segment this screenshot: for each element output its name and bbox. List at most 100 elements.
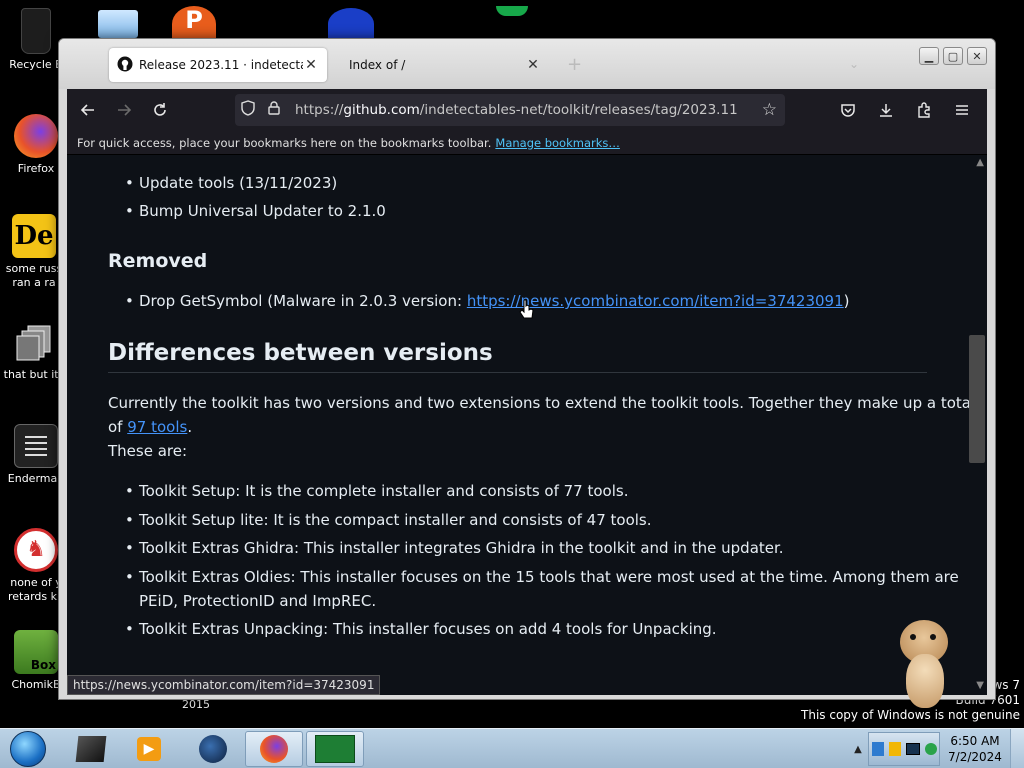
taskbar: ▶ ▲ 6:50 AM 7/2/2024 (0, 728, 1024, 768)
globe-icon (199, 735, 227, 763)
heading-divider (108, 372, 927, 373)
tab-release[interactable]: Release 2023.11 · indetectables-net/tool… (109, 48, 327, 82)
desktop-icon-folder[interactable] (98, 10, 138, 38)
address-bar[interactable]: https://github.com/indetectables-net/too… (235, 94, 785, 126)
media-player-icon: ▶ (137, 737, 161, 761)
list-item-text: Bump Universal Updater to 2.1.0 (139, 202, 386, 220)
lock-icon[interactable] (261, 101, 287, 119)
desktop-icon-p-app[interactable]: P (172, 6, 216, 42)
bullet: • (125, 174, 134, 192)
reload-button[interactable] (145, 95, 175, 125)
tab-index-of[interactable]: Index of / ✕ (335, 48, 549, 82)
list-item: • Update tools (13/11/2023) (125, 174, 337, 192)
list-item-text: Toolkit Setup: It is the complete instal… (139, 482, 629, 500)
shield-icon[interactable] (235, 100, 261, 120)
close-tab-icon[interactable]: ✕ (303, 57, 319, 73)
bullet: • (125, 539, 134, 557)
scrollbar-thumb[interactable] (969, 335, 985, 463)
close-tab-icon[interactable]: ✕ (525, 57, 541, 73)
maximize-button[interactable]: ▢ (943, 47, 963, 65)
list-item-text: Toolkit Extras Unpacking: This installer… (139, 620, 717, 638)
volume-icon[interactable] (924, 743, 937, 755)
list-item: • Toolkit Extras Oldies: This installer f… (125, 568, 959, 586)
list-item: • Toolkit Setup lite: It is the compact i… (125, 511, 652, 529)
tools-link[interactable]: 97 tools (127, 418, 187, 436)
clock[interactable]: 6:50 AM 7/2/2024 (940, 733, 1010, 765)
desktop-icon-that-but-its[interactable]: that but its (2, 320, 66, 382)
desktop-icon-label: ran a ra (12, 276, 56, 289)
list-all-tabs-icon[interactable]: ⌄ (849, 57, 859, 71)
taskbar-app-media-player[interactable]: ▶ (120, 731, 178, 767)
tab-title: Release 2023.11 · indetectables-net/tool… (139, 58, 303, 72)
paragraph-line: Currently the toolkit has two versions a… (108, 394, 976, 412)
taskbar-app-green[interactable] (306, 731, 364, 767)
desktop-icon-some-russian[interactable]: De some russ ran a ra (2, 214, 66, 290)
list-item-continuation: PEiD, ProtectionID and ImpREC. (139, 592, 376, 610)
app-icon: ♞ (14, 528, 58, 572)
list-item: • Drop GetSymbol (Malware in 2.0.3 versio… (125, 292, 850, 310)
bookmarks-hint: For quick access, place your bookmarks h… (77, 135, 492, 150)
clock-time: 6:50 AM (950, 734, 1000, 748)
url-scheme: https:// (295, 102, 344, 118)
pocket-icon[interactable] (833, 95, 863, 125)
tab-strip: Release 2023.11 · indetectables-net/tool… (59, 39, 995, 89)
watermark-line: This copy of Windows is not genuine (801, 708, 1020, 722)
firefox-icon (260, 735, 288, 763)
tray-icons[interactable] (868, 732, 940, 766)
desktop-icon-malwarebytes[interactable] (328, 8, 374, 40)
minimize-button[interactable]: ▁ (919, 47, 939, 65)
manage-bookmarks-link[interactable]: Manage bookmarks… (495, 136, 620, 150)
taskbar-app-cube[interactable] (62, 731, 120, 767)
scroll-up-icon[interactable]: ▲ (976, 157, 984, 168)
toolbar-right (833, 95, 977, 125)
list-item: • Bump Universal Updater to 2.1.0 (125, 202, 386, 220)
url-path: /indetectables-net/toolkit/releases/tag/… (419, 102, 738, 118)
clock-date: 7/2/2024 (948, 750, 1002, 764)
bullet: • (125, 620, 134, 638)
bullet: • (125, 482, 134, 500)
downloads-icon[interactable] (871, 95, 901, 125)
paragraph-text: . (187, 418, 193, 436)
bookmark-star-icon[interactable]: ☆ (762, 100, 777, 120)
menu-icon[interactable] (947, 95, 977, 125)
page-content: • Update tools (13/11/2023) • Bump Univers… (67, 155, 987, 695)
extensions-icon[interactable] (909, 95, 939, 125)
paragraph-text: of (108, 418, 128, 436)
monitor-icon[interactable] (905, 743, 920, 755)
flag-icon[interactable] (888, 742, 901, 756)
chomikbox-icon: Box (14, 630, 58, 674)
scroll-down-icon[interactable]: ▼ (976, 680, 984, 691)
show-hidden-icons-icon[interactable]: ▲ (848, 744, 868, 755)
recycle-bin-icon (21, 8, 51, 54)
bullet: • (125, 511, 134, 529)
github-icon (117, 56, 133, 75)
differences-heading: Differences between versions (108, 340, 493, 366)
url-host: github.com (343, 102, 420, 118)
taskbar-app-globe[interactable] (184, 731, 242, 767)
list-item-text: ) (843, 292, 850, 310)
taskbar-app-firefox[interactable] (245, 731, 303, 767)
app-icon (315, 735, 355, 763)
list-item-text: Toolkit Extras Oldies: This installer fo… (139, 568, 959, 586)
new-tab-button[interactable]: + (567, 54, 582, 75)
show-desktop-button[interactable] (1010, 729, 1024, 768)
start-button[interactable] (2, 729, 54, 768)
forward-button[interactable] (109, 95, 139, 125)
list-item-text: Toolkit Setup lite: It is the compact in… (139, 511, 652, 529)
link-status-tooltip: https://news.ycombinator.com/item?id=374… (67, 675, 381, 695)
back-button[interactable] (73, 95, 103, 125)
these-are-text: These are: (108, 442, 188, 460)
app-icon: De (12, 214, 56, 258)
removed-heading: Removed (108, 250, 208, 272)
bullet: • (125, 568, 134, 586)
list-item-text: Drop GetSymbol (Malware in 2.0.3 version… (139, 292, 467, 310)
url-text: https://github.com/indetectables-net/too… (295, 102, 738, 118)
browser-window: Release 2023.11 · indetectables-net/tool… (58, 38, 996, 700)
network-icon[interactable] (871, 742, 884, 756)
close-button[interactable]: ✕ (967, 47, 987, 65)
hamster-image (892, 620, 956, 710)
list-item-text: Toolkit Extras Ghidra: This installer in… (139, 539, 784, 557)
list-item: • Toolkit Extras Unpacking: This installe… (125, 620, 717, 638)
reload-icon (154, 103, 166, 116)
vertical-scrollbar[interactable]: ▲ ▼ (969, 155, 987, 695)
